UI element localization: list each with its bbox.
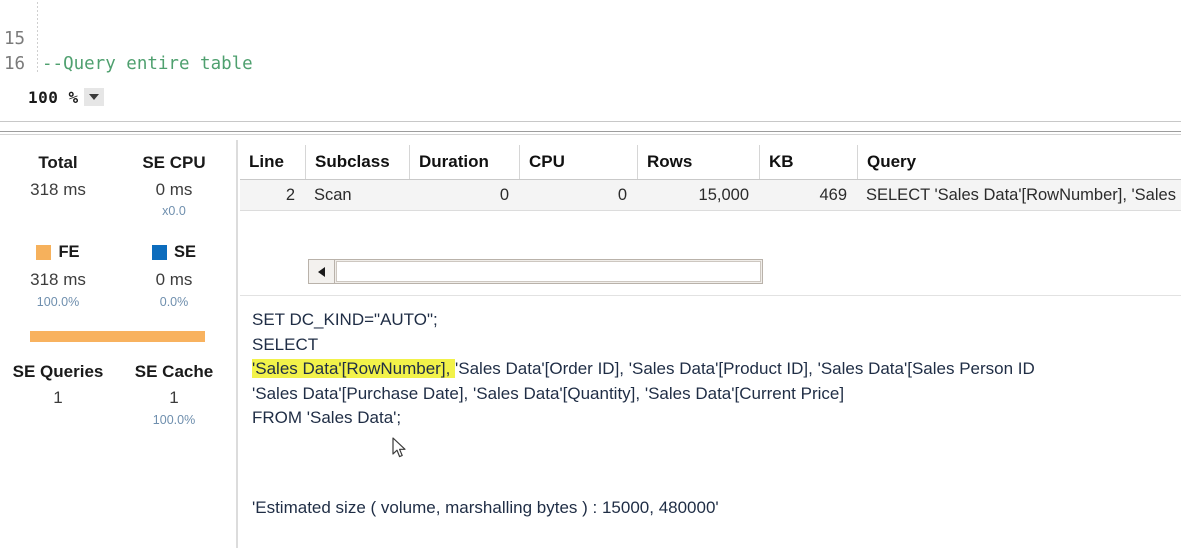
fe-value: 318 ms [30, 270, 86, 289]
column-header-rows[interactable]: Rows [637, 145, 759, 179]
cell-kb: 469 [819, 186, 847, 204]
column-header-duration[interactable]: Duration [409, 145, 519, 179]
grid-header-row: Line Subclass Duration CPU Rows KB Query [240, 145, 1181, 180]
splitter-line-top [0, 121, 1181, 122]
editor-zoom-combo[interactable]: 100 % [28, 86, 104, 108]
horizontal-scrollbar[interactable] [308, 259, 763, 284]
column-header-subclass[interactable]: Subclass [305, 145, 409, 179]
total-label: Total [38, 153, 78, 172]
se-queries-value: 1 [53, 388, 63, 407]
sql-line-3-rest: 'Sales Data'[Order ID], 'Sales Data'[Pro… [455, 359, 1035, 378]
se-cache-value: 1 [169, 388, 179, 407]
sql-panel-divider [240, 295, 1181, 296]
se-queries-label: SE Queries [12, 362, 104, 381]
se-cache-percent: 100.0% [152, 413, 196, 427]
scrollbar-track[interactable] [336, 261, 761, 282]
metrics-row-fese-percent: 100.0% 0.0% [0, 295, 232, 309]
splitter-line-mid [0, 131, 1181, 132]
dax-code-editor[interactable]: 15 --Query entire table 16 EVALUATE Fact… [0, 0, 1181, 79]
cell-line: 2 [285, 186, 295, 204]
se-legend: SE [116, 243, 232, 262]
sql-line-4: 'Sales Data'[Purchase Date], 'Sales Data… [252, 383, 845, 403]
se-cache-percent-spacer [0, 413, 116, 427]
cell-duration: 0 [499, 186, 509, 204]
sql-line-1: SET DC_KIND="AUTO"; [252, 310, 438, 329]
code-text-comment: --Query entire table [42, 54, 253, 74]
column-header-line[interactable]: Line [240, 145, 305, 179]
metrics-row-values: 318 ms 0 ms [0, 180, 232, 200]
table-row[interactable]: 2 Scan 0 0 15,000 469 SELECT 'Sales Data… [240, 180, 1181, 211]
estimated-size-text: 'Estimated size ( volume, marshalling by… [252, 498, 719, 517]
sql-highlighted-fragment: 'Sales Data'[RowNumber], [252, 359, 456, 378]
fe-legend: FE [0, 243, 116, 262]
server-timings-panel: Total SE CPU 318 ms 0 ms x0.0 FE SE 318 … [0, 140, 232, 548]
fe-color-swatch-icon [36, 245, 52, 260]
code-line-16[interactable]: 16 EVALUATE FactSales [0, 27, 42, 74]
se-legend-label: SE [173, 243, 196, 261]
se-cache-label: SE Cache [134, 362, 214, 381]
code-text-evaluate: EVALUATE FactSales [42, 77, 232, 79]
arrow-left-icon[interactable] [309, 260, 335, 283]
panel-splitter[interactable] [0, 118, 1181, 140]
splitter-line-bottom [0, 134, 1181, 135]
se-cpu-label: SE CPU [142, 153, 206, 172]
metrics-row-titles: Total SE CPU [0, 153, 232, 173]
chevron-down-icon[interactable] [83, 88, 104, 106]
panel-vertical-divider[interactable] [236, 140, 238, 548]
se-value: 0 ms [155, 270, 193, 289]
metrics-row-legend: FE SE [0, 243, 232, 262]
cell-cpu: 0 [617, 186, 627, 204]
metrics-row-se-values: 1 1 [0, 388, 232, 408]
cell-query: SELECT 'Sales Data'[RowNumber], 'Sales [866, 186, 1176, 204]
metrics-row-se-titles: SE Queries SE Cache [0, 362, 232, 382]
sql-line-2: SELECT [252, 334, 319, 354]
fe-se-proportion-bar [30, 331, 205, 342]
fe-legend-label: FE [58, 243, 80, 261]
server-timings-detail-pane: Line Subclass Duration CPU Rows KB Query… [240, 140, 1181, 548]
sql-query-text[interactable]: SET DC_KIND="AUTO"; SELECT 'Sales Data'[… [252, 308, 1181, 431]
metrics-row-fese-values: 318 ms 0 ms [0, 270, 232, 290]
column-header-kb[interactable]: KB [759, 145, 857, 179]
cell-subclass: Scan [314, 186, 352, 204]
fe-percent: 100.0% [36, 295, 80, 309]
metrics-row-ratio: x0.0 [0, 204, 232, 218]
column-header-query[interactable]: Query [857, 145, 1181, 179]
code-line-17[interactable]: 17 [0, 52, 42, 77]
column-header-cpu[interactable]: CPU [519, 145, 637, 179]
cell-rows: 15,000 [698, 186, 749, 204]
se-percent: 0.0% [159, 295, 189, 309]
timings-grid: Line Subclass Duration CPU Rows KB Query… [240, 145, 1181, 211]
sql-line-5: FROM 'Sales Data'; [252, 408, 402, 427]
total-value: 318 ms [30, 180, 86, 199]
ratio-spacer [0, 204, 116, 218]
code-line-15[interactable]: 15 --Query entire table [0, 2, 253, 74]
line-number-17: 17 [4, 77, 34, 79]
se-color-swatch-icon [151, 245, 167, 260]
se-cpu-value: 0 ms [155, 180, 193, 199]
metrics-row-se-cache-percent: 100.0% [0, 413, 232, 427]
sql-line-3: 'Sales Data'[RowNumber], 'Sales Data'[Or… [252, 357, 1181, 382]
se-cpu-ratio: x0.0 [162, 204, 186, 218]
zoom-level-label: 100 % [28, 87, 79, 107]
